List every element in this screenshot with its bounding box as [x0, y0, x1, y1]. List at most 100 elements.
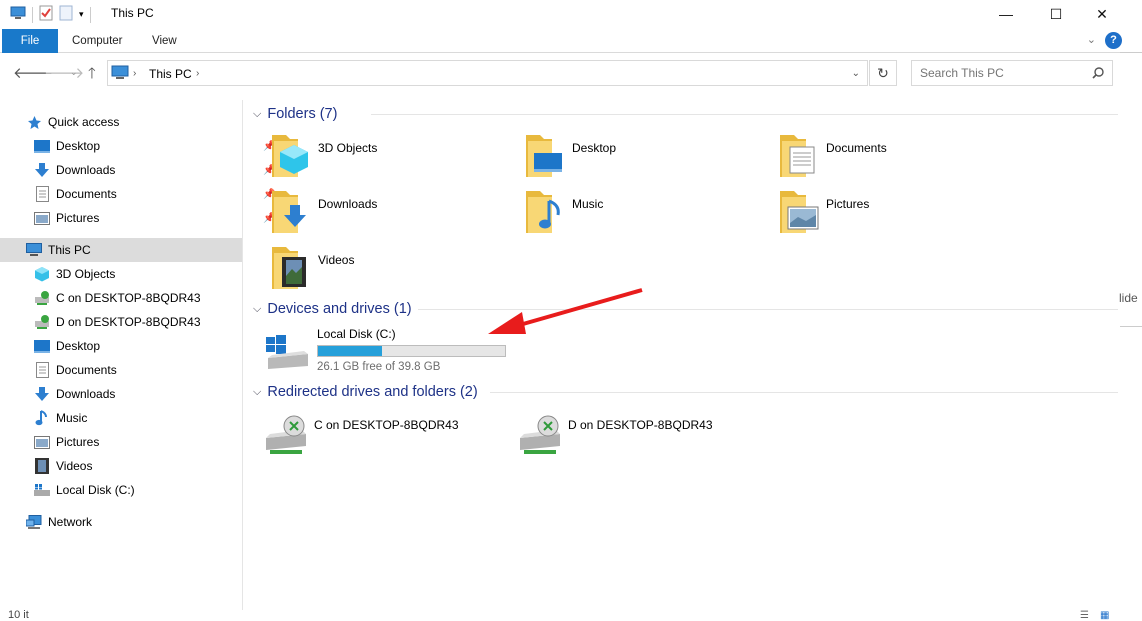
nav-local-disk[interactable]: Local Disk (C:): [34, 478, 135, 502]
nav-pinned-pictures[interactable]: Pictures 📌: [34, 206, 275, 230]
properties-icon[interactable]: [39, 5, 53, 24]
folder-tile-videos[interactable]: Videos: [268, 243, 354, 291]
nav-label: Downloads: [56, 163, 116, 177]
folder-videos-icon: [268, 243, 316, 291]
desktop-icon: [34, 138, 50, 154]
chevron-right-icon[interactable]: ›: [133, 68, 136, 79]
background-window-edge: [1120, 52, 1142, 53]
nav-pinned-documents[interactable]: Documents 📌: [34, 182, 275, 206]
folder-label: Downloads: [318, 197, 378, 211]
background-window-edge: [1120, 326, 1142, 327]
large-icons-view-icon[interactable]: ▦: [1100, 610, 1109, 621]
nav-pinned-desktop[interactable]: Desktop 📌: [34, 134, 275, 158]
navigation-pane: Quick access Desktop 📌 Downloads 📌 Docum…: [0, 100, 275, 610]
title-bar: ▾ This PC — ☐ ✕: [0, 0, 1142, 28]
network-drive-icon: [264, 410, 312, 458]
nav-label: Desktop: [56, 339, 101, 353]
refresh-button[interactable]: ↻: [869, 60, 897, 86]
folder-label: 3D Objects: [318, 141, 378, 155]
nav-3d-objects[interactable]: 3D Objects: [34, 262, 115, 286]
breadcrumb-this-pc[interactable]: This PC: [149, 67, 192, 81]
network-drive-icon: [34, 290, 50, 306]
nav-label: Pictures: [56, 435, 100, 449]
this-pc-icon: [10, 6, 26, 23]
new-folder-icon[interactable]: [59, 5, 73, 24]
nav-documents[interactable]: Documents: [34, 358, 117, 382]
search-box[interactable]: [911, 60, 1113, 86]
nav-network[interactable]: Network: [26, 510, 92, 534]
nav-label: Local Disk (C:): [56, 483, 135, 497]
nav-c-on-desktop[interactable]: C on DESKTOP-8BQDR43: [34, 286, 201, 310]
minimize-button[interactable]: —: [983, 0, 1029, 28]
collapse-chevron-icon[interactable]: ⌵: [253, 108, 261, 121]
drive-info: Local Disk (C:) 26.1 GB free of 39.8 GB: [317, 327, 506, 373]
folder-tile-desktop[interactable]: Desktop: [522, 131, 616, 179]
this-pc-icon: [111, 65, 129, 83]
drive-usage-fill: [318, 346, 383, 356]
nav-pictures[interactable]: Pictures: [34, 430, 99, 454]
details-view-icon[interactable]: ☰: [1080, 610, 1089, 621]
status-item-count: 10 it: [8, 609, 29, 621]
collapse-chevron-icon[interactable]: ⌵: [253, 303, 261, 316]
drive-usage-bar: [317, 345, 506, 357]
address-bar[interactable]: › This PC › ⌄: [107, 60, 868, 86]
tab-computer[interactable]: Computer: [72, 29, 123, 53]
nav-this-pc[interactable]: This PC: [0, 238, 242, 262]
close-button[interactable]: ✕: [1079, 0, 1125, 28]
pictures-icon: [34, 434, 50, 450]
folder-label: Documents: [826, 141, 887, 155]
nav-label: D on DESKTOP-8BQDR43: [56, 315, 201, 329]
maximize-button[interactable]: ☐: [1033, 0, 1079, 28]
nav-label: Documents: [56, 187, 117, 201]
nav-label: This PC: [48, 243, 91, 257]
up-arrow-icon[interactable]: 🡑: [88, 63, 96, 88]
quick-access-toolbar: ▾: [10, 5, 91, 24]
window-title: This PC: [111, 6, 154, 20]
tab-file[interactable]: File: [2, 29, 58, 53]
folder-3d-objects-icon: [268, 131, 316, 179]
drive-tile-local-disk[interactable]: Local Disk (C:) 26.1 GB free of 39.8 GB: [264, 325, 506, 373]
documents-icon: [34, 362, 50, 378]
nav-desktop[interactable]: Desktop: [34, 334, 100, 358]
recent-locations-icon[interactable]: ⌄: [70, 67, 78, 78]
search-input[interactable]: [920, 62, 1090, 84]
nav-d-on-desktop[interactable]: D on DESKTOP-8BQDR43: [34, 310, 201, 334]
nav-pinned-downloads[interactable]: Downloads 📌: [34, 158, 275, 182]
nav-quick-access[interactable]: Quick access: [26, 110, 119, 134]
expand-ribbon-icon[interactable]: ⌄: [1087, 33, 1096, 46]
group-header-devices[interactable]: ⌵ Devices and drives (1): [253, 299, 412, 319]
nav-downloads[interactable]: Downloads: [34, 382, 115, 406]
folder-label: Videos: [318, 253, 355, 267]
annotation-arrow: [488, 288, 643, 334]
folder-tile-3d-objects[interactable]: 3D Objects: [268, 131, 377, 179]
network-drive-icon: [34, 314, 50, 330]
nav-label: Network: [48, 515, 93, 529]
nav-videos[interactable]: Videos: [34, 454, 92, 478]
tab-view[interactable]: View: [152, 29, 177, 53]
folder-tile-downloads[interactable]: Downloads: [268, 187, 377, 235]
collapse-chevron-icon[interactable]: ⌵: [253, 386, 261, 399]
group-header-folders[interactable]: ⌵ Folders (7): [253, 104, 337, 124]
forward-arrow-icon[interactable]: 🡒: [44, 63, 84, 82]
nav-label: Downloads: [56, 387, 116, 401]
this-pc-icon: [26, 242, 42, 258]
documents-icon: [34, 186, 50, 202]
desktop-icon: [34, 338, 50, 354]
redirected-tile-c[interactable]: C on DESKTOP-8BQDR43: [264, 410, 459, 458]
nav-label: Music: [56, 411, 88, 425]
folder-pictures-icon: [776, 187, 824, 235]
folder-label: Music: [572, 197, 604, 211]
nav-music[interactable]: Music: [34, 406, 87, 430]
folder-desktop-icon: [522, 131, 570, 179]
help-icon[interactable]: ?: [1105, 32, 1122, 49]
chevron-right-icon[interactable]: ›: [196, 68, 199, 79]
address-dropdown-icon[interactable]: ⌄: [852, 68, 860, 79]
folder-tile-pictures[interactable]: Pictures: [776, 187, 869, 235]
folder-tile-music[interactable]: Music: [522, 187, 603, 235]
folder-tile-documents[interactable]: Documents: [776, 131, 887, 179]
downloads-arrow-icon: [34, 162, 50, 178]
redirected-tile-d[interactable]: D on DESKTOP-8BQDR43: [518, 410, 713, 458]
ribbon-tabs: File Computer View ⌄ ?: [0, 29, 1142, 53]
customize-toolbar-dropdown-icon[interactable]: ▾: [79, 9, 84, 20]
group-header-redirected[interactable]: ⌵ Redirected drives and folders (2): [253, 382, 478, 402]
